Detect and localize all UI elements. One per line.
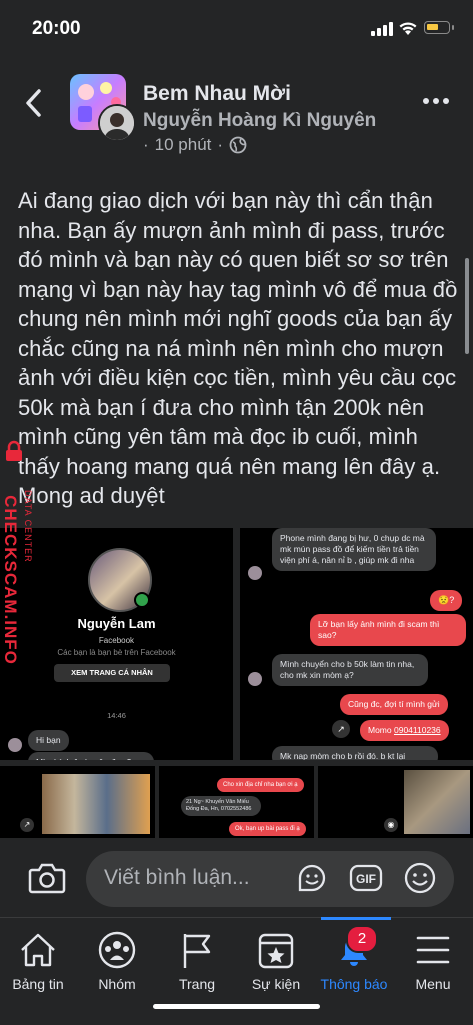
message-bubble: Hi bạn xyxy=(28,730,69,751)
comment-placeholder[interactable]: Viết bình luận... xyxy=(104,866,250,890)
message-bubble: Mình chuyển cho b 50k làm tin nha, cho m… xyxy=(272,654,428,686)
post-image-4[interactable]: Cho xin địa chỉ nha bạn ơi ạ 21 Ng~ Khuy… xyxy=(159,766,314,838)
calendar-star-icon xyxy=(258,933,294,969)
home-indicator xyxy=(153,1004,320,1009)
emoji-icon[interactable] xyxy=(402,860,438,896)
tab-events[interactable]: Sự kiện xyxy=(236,930,316,992)
share-icon: ↗ xyxy=(20,818,34,832)
meta-separator-2: · xyxy=(217,135,224,154)
battery-tip xyxy=(452,25,454,30)
post-time[interactable]: 10 phút xyxy=(155,135,212,155)
post-image-5[interactable]: ◉ xyxy=(318,766,473,838)
watermark-brand: CHECKSCAM.INFO xyxy=(1,495,20,665)
profile-name: Nguyễn Lam xyxy=(77,616,156,631)
meta-separator: · xyxy=(143,135,149,154)
hamburger-icon xyxy=(416,936,450,964)
tab-label: Thông báo xyxy=(320,976,388,992)
share-icon: ↗ xyxy=(332,720,350,738)
momo-bubble: Momo 0904110236 xyxy=(360,720,449,741)
post-image-3[interactable]: ↗ xyxy=(0,766,155,838)
product-photo xyxy=(404,770,470,834)
online-dot xyxy=(134,592,150,608)
tab-groups[interactable]: Nhóm xyxy=(77,930,157,992)
lock-icon xyxy=(6,440,22,461)
mini-avatar xyxy=(248,566,262,580)
group-name[interactable]: Bem Nhau Mời xyxy=(143,82,291,106)
author-name[interactable]: Nguyễn Hoàng Kì Nguyên xyxy=(143,110,376,132)
momo-label: Momo xyxy=(368,725,394,735)
camera-small-icon: ◉ xyxy=(384,818,398,832)
post-body: Ai đang giao dịch với bạn này thì cẩn th… xyxy=(18,188,458,508)
scrollbar[interactable] xyxy=(465,258,469,354)
momo-number: 0904110236 xyxy=(393,725,441,735)
photo-collage xyxy=(42,774,150,834)
message-bubble: Mk chờ b 1 chuyện đc ạ? xyxy=(28,752,154,760)
message-time: 14:46 xyxy=(107,711,126,720)
battery-icon xyxy=(424,21,450,34)
sticker-icon[interactable] xyxy=(294,860,330,896)
notification-badge: 2 xyxy=(346,925,378,953)
tab-pages[interactable]: Trang xyxy=(157,930,237,992)
home-icon xyxy=(21,933,55,967)
svg-text:GIF: GIF xyxy=(356,872,376,886)
wifi-icon xyxy=(399,22,417,35)
view-profile-button: XEM TRANG CÁ NHÂN xyxy=(54,664,170,682)
message-bubble-sent: Cũng đc, đợi tí mình gửi xyxy=(340,694,448,715)
mini-avatar xyxy=(8,738,22,752)
tab-label: Trang xyxy=(178,976,216,992)
message-bubble: Phone mình đang bị hư, 0 chụp dc mà mk m… xyxy=(272,528,436,571)
status-time: 20:00 xyxy=(32,18,81,39)
tab-label: Bảng tin xyxy=(12,976,64,992)
camera-icon[interactable] xyxy=(27,860,67,896)
post-image-2[interactable]: Phone mình đang bị hư, 0 chụp dc mà mk m… xyxy=(240,528,473,760)
cellular-signal-icon xyxy=(371,22,393,36)
post-image-1[interactable]: Nguyễn Lam Facebook Các bạn là bạn bè tr… xyxy=(0,528,233,760)
message-bubble: Mk nap mòm cho b rồi đó. b kt lại xyxy=(272,746,438,760)
tab-label: Menu xyxy=(415,976,451,992)
message-bubble-sent: Lỡ bạn lấy ảnh mình đi scam thì sao? xyxy=(310,614,466,646)
post-meta: · 10 phút · xyxy=(143,135,247,155)
flag-icon xyxy=(183,934,211,968)
emoji-bubble: 😟? xyxy=(430,590,463,611)
globe-icon xyxy=(229,136,247,154)
tab-menu[interactable]: Menu xyxy=(393,930,473,992)
status-bar: 20:00 xyxy=(0,0,473,58)
active-tab-indicator xyxy=(321,917,391,920)
groups-icon xyxy=(98,931,136,969)
mini-avatar xyxy=(248,672,262,686)
profile-platform: Facebook xyxy=(98,636,135,645)
back-arrow-icon[interactable] xyxy=(22,88,46,118)
tab-label: Nhóm xyxy=(98,976,136,992)
message-bubble-sent: Ok, bạn up bài pass đi ạ xyxy=(229,822,306,836)
message-bubble-sent: Cho xin địa chỉ nha bạn ơi ạ xyxy=(217,778,304,792)
friend-status: Các bạn là bạn bè trên Facebook xyxy=(57,648,176,657)
author-avatar[interactable] xyxy=(98,104,136,142)
gif-icon[interactable]: GIF xyxy=(348,860,384,896)
more-options-icon[interactable] xyxy=(423,98,451,108)
message-bubble: 21 Ng~ Khuyến Văn Miếu Đống Đa, Hn, 0702… xyxy=(181,796,261,816)
watermark-sub: DATA CENTER xyxy=(23,490,33,563)
tab-label: Sự kiện xyxy=(251,976,301,992)
tab-home[interactable]: Bảng tin xyxy=(0,930,78,992)
